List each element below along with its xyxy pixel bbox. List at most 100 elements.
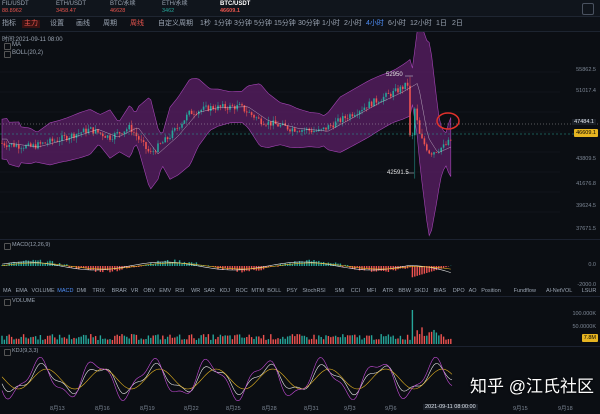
volume-bar [416, 330, 418, 344]
indicator-tab-fundflow[interactable]: Fundflow [514, 287, 536, 296]
eye-icon[interactable] [4, 299, 11, 306]
indicator-tab-atr[interactable]: ATR [383, 287, 394, 296]
volume-bar [385, 336, 387, 344]
week-button[interactable]: 周线 [130, 20, 144, 28]
volume-bar [320, 337, 322, 344]
indicator-tab-dmi[interactable]: DMI [77, 287, 87, 296]
volume-bar [327, 336, 330, 344]
volume-bar [260, 338, 262, 344]
tf-2h[interactable]: 2小时 [344, 20, 362, 28]
volume-bar [253, 338, 255, 344]
tf-1d[interactable]: 1日 [436, 20, 447, 28]
custom-period-button[interactable]: 自定义周期 [158, 20, 193, 28]
indicator-tab-emv[interactable]: EMV [159, 287, 171, 296]
indicator-tab-ema[interactable]: EMA [16, 287, 28, 296]
indicator-tab-al-netvol[interactable]: Al-NetVOL [546, 287, 572, 296]
volume-bar [322, 339, 325, 344]
ticker-btc-perp[interactable]: BTC/永续 46628 [110, 1, 136, 15]
settings-button[interactable]: 设置 [50, 20, 64, 28]
indicator-tab-position[interactable]: Position [481, 287, 501, 296]
indicator-tab-smi[interactable]: SMI [335, 287, 345, 296]
volume-bar [349, 335, 351, 344]
tf-1m[interactable]: 1分钟 [214, 20, 232, 28]
tf-4h[interactable]: 4小时 [366, 20, 384, 28]
indicator-tab-trix[interactable]: TRIX [92, 287, 105, 296]
volume-bar [354, 334, 356, 344]
indicator-tab-roc[interactable]: ROC [236, 287, 248, 296]
crosshair-price-label: 47484.1 [572, 119, 596, 125]
candle-body [1, 143, 3, 144]
indicator-tab-stochrsi[interactable]: StochRSI [302, 287, 325, 296]
ticker-eth-perp[interactable]: ETH/永续 3462 [162, 1, 188, 15]
indicator-tab-wr[interactable]: WR [191, 287, 200, 296]
volume-bar [306, 337, 308, 344]
candle-body [361, 109, 363, 112]
indicator-tab-cci[interactable]: CCI [351, 287, 360, 296]
main-button[interactable]: 主力 [22, 20, 40, 28]
price-chart[interactable] [0, 32, 600, 240]
candle-body [303, 130, 306, 131]
indicator-tab-bbw[interactable]: BBW [398, 287, 411, 296]
tf-2d[interactable]: 2日 [452, 20, 463, 28]
volume-bar [255, 336, 258, 344]
ticker-eth[interactable]: ETH/USDT 3458.47 [56, 1, 86, 15]
volume-bar [344, 337, 346, 344]
volume-chart[interactable] [0, 306, 560, 344]
tf-3m[interactable]: 3分钟 [234, 20, 252, 28]
period-button[interactable]: 周期 [103, 20, 117, 28]
volume-bar [106, 339, 109, 344]
macd-chart[interactable] [0, 248, 560, 286]
volume-bar [267, 339, 270, 344]
indicator-tab-obv[interactable]: OBV [143, 287, 155, 296]
ticker-fil[interactable]: FIL/USDT 88.8962 [2, 1, 29, 15]
indicator-tab-lsur[interactable]: LSUR [582, 287, 597, 296]
candle-body [258, 117, 260, 119]
macd-bar [286, 263, 289, 266]
volume-bar [102, 338, 104, 344]
tf-30m[interactable]: 30分钟 [298, 20, 320, 28]
indicator-tab-mtm[interactable]: MTM [251, 287, 264, 296]
layout-icon[interactable] [582, 3, 594, 15]
indicator-tab-vr[interactable]: VR [131, 287, 139, 296]
indicator-tab-skdj[interactable]: SKDJ [414, 287, 428, 296]
draw-button[interactable]: 画线 [76, 20, 90, 28]
indicator-tab-macd[interactable]: MACD [57, 287, 73, 296]
tf-1s[interactable]: 1秒 [200, 20, 211, 28]
tf-15m[interactable]: 15分钟 [274, 20, 296, 28]
candle-body [78, 133, 80, 135]
volume-bar [394, 338, 397, 344]
indicator-tab-ma[interactable]: MA [3, 287, 11, 296]
volume-bar [164, 339, 166, 344]
tf-1h[interactable]: 1小时 [322, 20, 340, 28]
candle-body [238, 104, 241, 106]
volume-bar [1, 335, 3, 344]
indicator-tab-ao[interactable]: AO [469, 287, 477, 296]
indicator-tabs: MA EMA VOLUME MACD DMI TRIX BRAR VR OBV EMV RSI WR S… [0, 287, 600, 296]
indicator-button[interactable]: 指标 [2, 20, 16, 28]
volume-bar [226, 335, 229, 344]
indicator-tab-rsi[interactable]: RSI [175, 287, 184, 296]
indicator-tab-bias[interactable]: BIAS [434, 287, 447, 296]
indicator-tab-boll[interactable]: BOLL [267, 287, 281, 296]
tf-5m[interactable]: 5分钟 [254, 20, 272, 28]
indicator-tab-sar[interactable]: SAR [204, 287, 215, 296]
tf-6h[interactable]: 6小时 [388, 20, 406, 28]
indicator-tab-volume[interactable]: VOLUME [32, 287, 55, 296]
indicator-tab-kdj[interactable]: KDJ [220, 287, 230, 296]
tf-12h[interactable]: 12小时 [410, 20, 432, 28]
indicator-tab-brar[interactable]: BRAR [112, 287, 127, 296]
volume-bar [56, 339, 58, 344]
candle-body [18, 144, 20, 149]
volume-bar [61, 337, 63, 344]
eye-icon[interactable] [4, 349, 11, 356]
indicator-tab-psy[interactable]: PSY [287, 287, 298, 296]
volume-bar [440, 334, 442, 344]
volume-bar [231, 339, 234, 344]
volume-bar [171, 337, 174, 344]
volume-bar [289, 335, 291, 344]
indicator-tab-dpo[interactable]: DPO [453, 287, 465, 296]
candle-body [423, 138, 426, 145]
indicator-tab-mfi[interactable]: MFI [367, 287, 376, 296]
candle-body [426, 144, 428, 151]
ticker-btc-active[interactable]: BTC/USDT 46609.1 [220, 1, 250, 15]
